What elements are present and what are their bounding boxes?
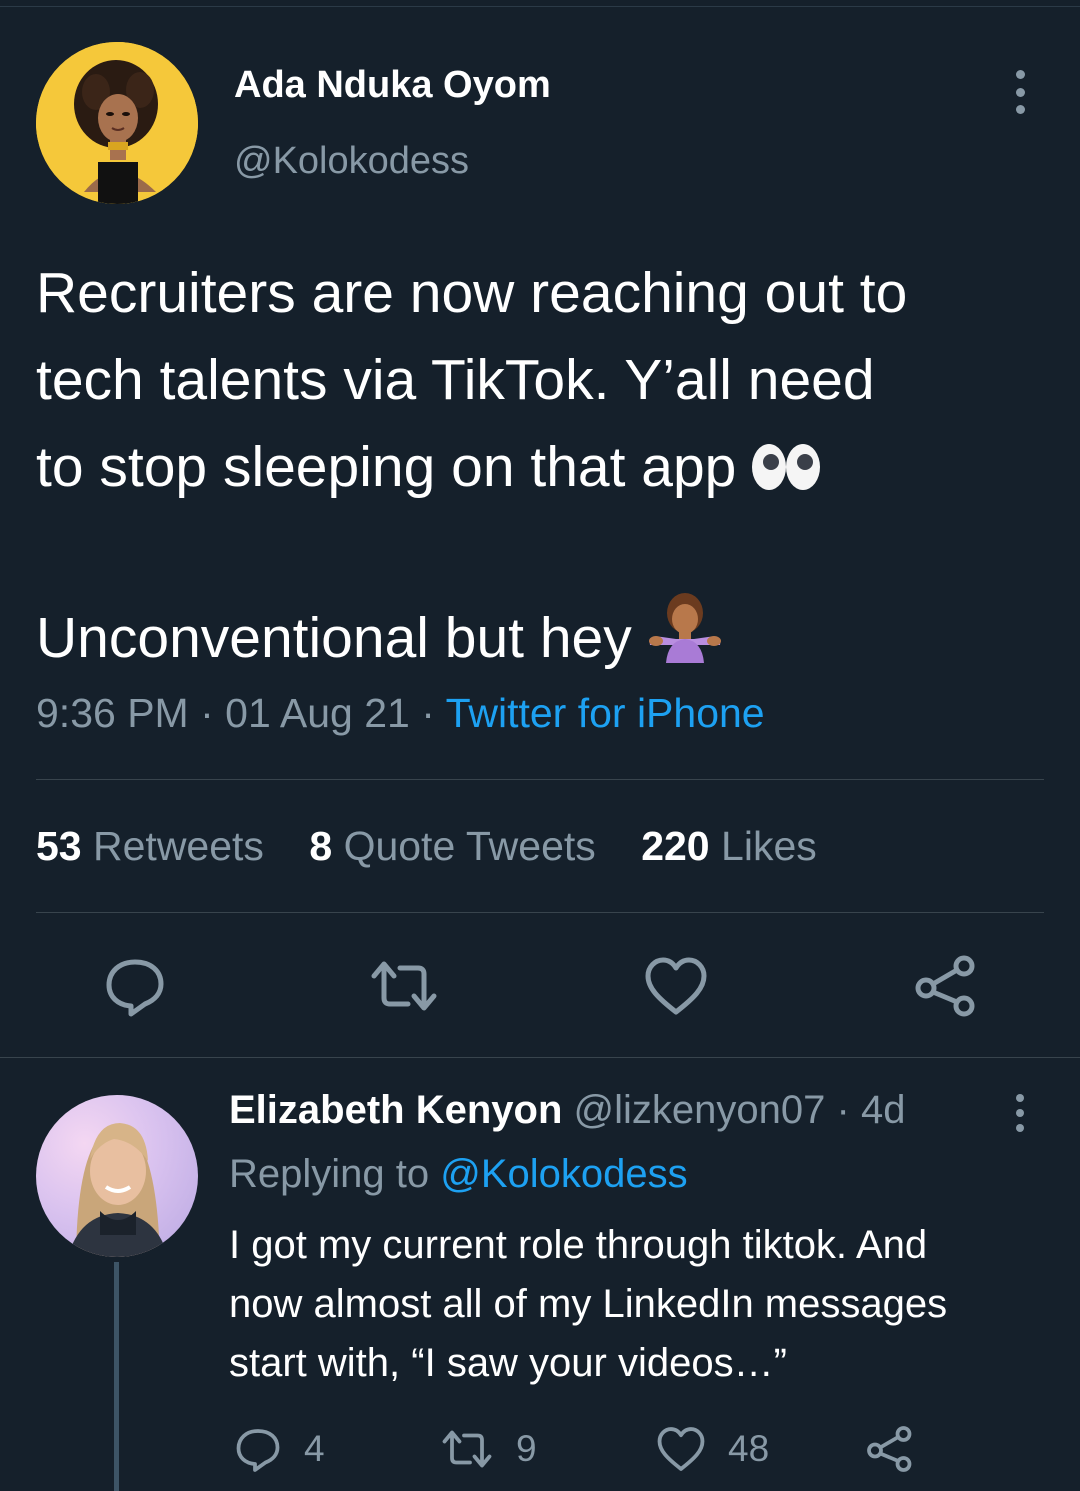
reply-more-options-button[interactable] xyxy=(1008,1094,1032,1132)
author-handle[interactable]: @Kolokodess xyxy=(234,140,469,183)
quote-tweets-stat-link[interactable]: 8 Quote Tweets xyxy=(309,823,595,869)
more-dot-icon xyxy=(1015,70,1025,79)
tweet-text-line: Unconventional but hey xyxy=(36,591,1056,678)
divider xyxy=(36,779,1044,780)
quotes-label: Quote Tweets xyxy=(343,823,596,869)
tweet-date: 01 Aug 21 xyxy=(225,690,410,736)
reply-reply-button[interactable]: 4 xyxy=(234,1424,325,1474)
reply-icon xyxy=(106,959,164,1017)
reply-text-line: I got my current role through tiktok. An… xyxy=(229,1223,928,1267)
eyes-emoji-icon xyxy=(750,430,822,517)
replying-to-label: Replying to xyxy=(229,1152,430,1196)
reply-share-button[interactable] xyxy=(866,1424,936,1474)
share-icon xyxy=(915,955,975,1017)
thread-connector-line xyxy=(114,1262,119,1491)
reply-author-avatar[interactable] xyxy=(36,1095,198,1257)
divider xyxy=(36,912,1044,913)
tweet-text-line: to stop sleeping on that app xyxy=(36,424,1056,511)
likes-label: Likes xyxy=(721,823,817,869)
meta-separator: · xyxy=(836,1088,850,1132)
retweets-stat-link[interactable]: 53 Retweets xyxy=(36,823,264,869)
reply-text-line: now almost all of my LinkedIn messages xyxy=(229,1282,948,1326)
like-icon xyxy=(645,957,707,1015)
reply-button[interactable] xyxy=(103,954,167,1018)
share-icon xyxy=(867,1426,912,1472)
photo-avatar-image xyxy=(67,1123,169,1257)
more-dot-icon xyxy=(1015,105,1025,114)
meta-separator: · xyxy=(421,690,435,736)
divider xyxy=(0,1057,1080,1058)
reply-age: 4d xyxy=(860,1088,906,1132)
tweet-text: Recruiters are now reaching out to tech … xyxy=(36,250,1056,678)
reply-count: 4 xyxy=(304,1428,325,1469)
tweet-source-link[interactable]: Twitter for iPhone xyxy=(446,690,765,736)
top-divider xyxy=(0,6,1080,7)
replying-to-handle-link[interactable]: @Kolokodess xyxy=(440,1152,687,1196)
reply-text-line: start with, “I saw your videos…” xyxy=(229,1341,787,1385)
retweets-count: 53 xyxy=(36,823,82,869)
more-dot-icon xyxy=(1016,1109,1024,1117)
more-dot-icon xyxy=(1015,87,1025,97)
more-options-button[interactable] xyxy=(1004,70,1036,114)
tweet-time: 9:36 PM xyxy=(36,690,189,736)
meta-separator: · xyxy=(200,690,214,736)
cartoon-avatar-image xyxy=(36,42,198,204)
reply-icon xyxy=(236,1429,280,1472)
author-avatar[interactable] xyxy=(36,42,198,204)
tweet-text-line: tech talents via TikTok. Y’all need xyxy=(36,348,875,412)
more-dot-icon xyxy=(1016,1094,1024,1102)
likes-stat-link[interactable]: 220 Likes xyxy=(641,823,817,869)
retweet-count: 9 xyxy=(516,1428,537,1469)
replying-to: Replying to @Kolokodess xyxy=(229,1152,688,1197)
quotes-count: 8 xyxy=(309,823,333,869)
retweet-icon xyxy=(442,1430,492,1468)
reply-text: I got my current role through tiktok. An… xyxy=(229,1216,1069,1393)
engagement-stats: 53 Retweets 8 Quote Tweets 220 Likes xyxy=(36,823,851,870)
likes-count: 220 xyxy=(641,823,710,869)
share-button[interactable] xyxy=(914,954,978,1018)
tweet-metadata: 9:36 PM · 01 Aug 21 · Twitter for iPhone xyxy=(36,690,765,737)
author-name[interactable]: Ada Nduka Oyom xyxy=(234,64,551,107)
reply-author-name[interactable]: Elizabeth Kenyon xyxy=(229,1088,562,1132)
like-count: 48 xyxy=(728,1428,770,1469)
reply-like-button[interactable]: 48 xyxy=(656,1424,769,1474)
like-icon xyxy=(657,1427,705,1471)
person-shrugging-emoji-icon xyxy=(646,591,724,688)
reply-retweet-button[interactable]: 9 xyxy=(440,1424,537,1474)
retweet-button[interactable] xyxy=(368,954,437,1018)
reply-header: Elizabeth Kenyon @lizkenyon07 · 4d xyxy=(229,1088,905,1133)
like-button[interactable] xyxy=(644,956,708,1020)
more-dot-icon xyxy=(1016,1124,1024,1132)
reply-author-handle[interactable]: @lizkenyon07 xyxy=(574,1088,826,1132)
retweets-label: Retweets xyxy=(93,823,264,869)
tweet-text-line: Recruiters are now reaching out to xyxy=(36,261,908,325)
retweet-icon xyxy=(371,961,437,1011)
